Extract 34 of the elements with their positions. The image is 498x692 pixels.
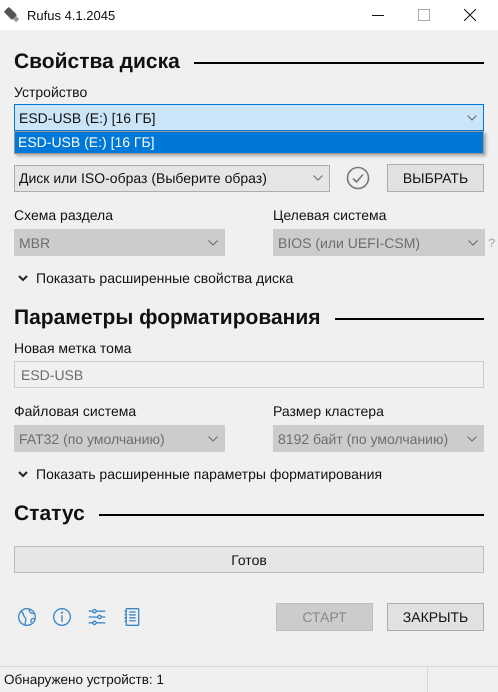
log-icon[interactable] — [122, 607, 142, 627]
chevron-icon — [18, 470, 28, 478]
expander-toggle[interactable]: Показать расширенные свойства диска — [14, 270, 294, 286]
field-label: Целевая система — [273, 206, 388, 224]
field-label: Устройство — [14, 83, 88, 101]
close-icon[interactable] — [464, 9, 476, 21]
settings-sliders-icon[interactable] — [87, 607, 107, 627]
select-button[interactable]: ВЫБРАТЬ — [387, 164, 484, 192]
dropdown-option[interactable]: ESD-USB (E:) [16 ГБ] — [15, 132, 483, 153]
maximize-icon[interactable] — [418, 9, 430, 21]
dropdown[interactable]: Диск или ISO-образ (Выберите образ) — [14, 164, 330, 192]
window-title: Rufus 4.1.2045 — [27, 8, 116, 22]
usb-drive-icon — [3, 6, 21, 24]
chevron-icon — [467, 114, 477, 120]
section-heading: Параметры форматирования — [14, 305, 321, 331]
field-label: Файловая система — [14, 402, 138, 420]
chevron-icon — [208, 436, 218, 442]
globe-icon[interactable] — [17, 607, 37, 627]
chevron-icon — [467, 436, 477, 442]
chevron-icon — [468, 240, 478, 246]
close-button[interactable]: ЗАКРЫТЬ — [387, 603, 484, 631]
chevron-icon — [313, 175, 323, 181]
chevron-icon — [208, 240, 218, 246]
check-circle-icon[interactable] — [346, 166, 370, 190]
chevron-icon — [18, 274, 28, 282]
field-label: Новая метка тома — [14, 339, 132, 357]
status-text: Обнаружено устройств: 1 — [4, 672, 164, 687]
info-icon[interactable] — [52, 607, 72, 627]
expander-toggle[interactable]: Показать расширенные параметры форматирования — [14, 466, 382, 482]
field-label: Схема раздела — [14, 206, 114, 224]
device-dropdown-field[interactable]: ESD-USB (E:) [16 ГБ] — [14, 104, 484, 131]
section-heading: Статус — [14, 501, 85, 527]
field-label: Размер кластера — [273, 402, 385, 420]
section-heading: Свойства диска — [14, 49, 180, 75]
